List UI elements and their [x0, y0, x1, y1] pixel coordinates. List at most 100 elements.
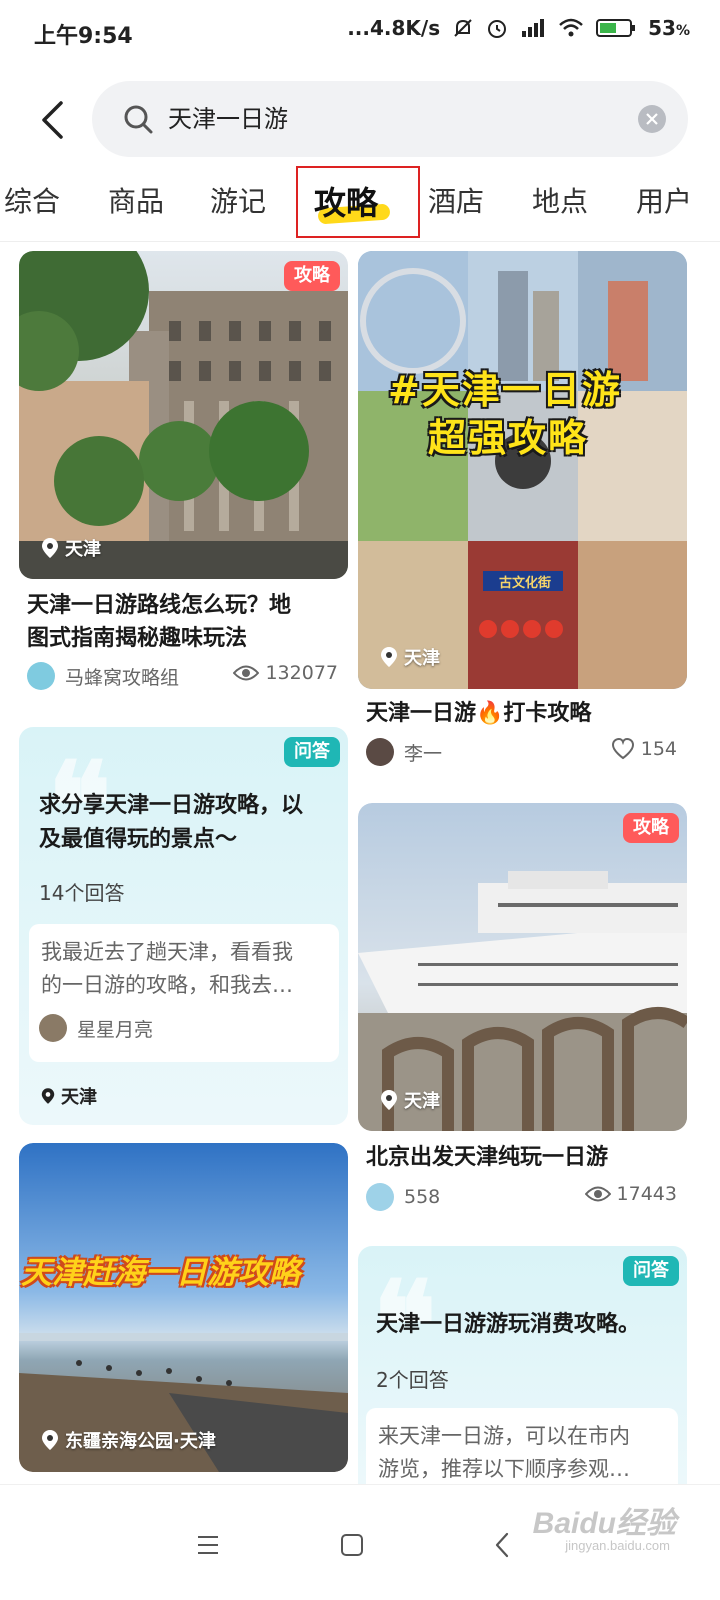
- back-nav-button[interactable]: [482, 1525, 522, 1565]
- tab-users[interactable]: 用户: [636, 180, 692, 220]
- mute-bell-icon: [454, 19, 472, 37]
- answer-author: 星星月亮: [39, 1014, 153, 1042]
- location-tag: 天津: [380, 644, 440, 670]
- view-count: 132077: [233, 662, 338, 684]
- location-label: 天津: [404, 648, 440, 669]
- overlay-subtitle: 超强攻略: [428, 416, 589, 460]
- location-tag: 东疆亲海公园·天津: [41, 1427, 216, 1453]
- location-label: 天津: [404, 1091, 440, 1112]
- wifi-icon: [559, 18, 583, 37]
- beach-photo: [19, 1333, 348, 1472]
- baidu-watermark-url: jingyan.baidu.com: [565, 1538, 670, 1553]
- author-name: 558: [404, 1186, 441, 1208]
- title-line: 及最值得玩的景点～: [39, 827, 238, 852]
- overlay-title: 天津赶海一日游攻略: [21, 1255, 300, 1291]
- tab-hotels[interactable]: 酒店: [428, 180, 484, 220]
- avatar: [366, 1183, 394, 1211]
- location-tag: 天津: [41, 1083, 97, 1109]
- home-button[interactable]: [332, 1525, 372, 1565]
- author-row[interactable]: 马蜂窝攻略组: [27, 662, 179, 690]
- answer-text: 来天津一日游，可以在市内 游览，推荐以下顺序参观…: [378, 1420, 666, 1484]
- location-pin-icon: [381, 1090, 397, 1110]
- guide-card[interactable]: #天津一日游 超强攻略 古文化街 天津 天津一日游🔥打卡攻略 李一 154: [358, 251, 687, 771]
- tab-highlight-annotation: [296, 166, 420, 238]
- menu-button[interactable]: [188, 1525, 228, 1565]
- status-time: 上午9:54: [34, 24, 133, 49]
- like-count[interactable]: 154: [611, 738, 677, 760]
- guide-card[interactable]: 天津赶海一日游攻略 东疆亲海公园·天津: [19, 1143, 348, 1472]
- location-label: 天津: [65, 539, 101, 560]
- badge-guide: 攻略: [623, 813, 679, 843]
- tab-products[interactable]: 商品: [108, 180, 164, 220]
- author-row[interactable]: 李一: [366, 738, 442, 766]
- tab-travelogues[interactable]: 游记: [210, 180, 266, 220]
- building-photo: [19, 251, 348, 579]
- baidu-watermark: Baidu经验: [532, 1507, 676, 1540]
- eye-icon: [584, 1186, 611, 1202]
- avatar: [366, 738, 394, 766]
- tab-comprehensive[interactable]: 综合: [4, 180, 60, 220]
- clear-search-button[interactable]: [638, 105, 666, 133]
- location-pin-icon: [42, 538, 58, 558]
- menu-icon: [198, 1536, 218, 1554]
- status-icons: ...4.8K/s 53%: [347, 16, 690, 40]
- badge-qa: 问答: [623, 1256, 679, 1286]
- location-label: 天津: [61, 1087, 97, 1108]
- answer-preview[interactable]: 我最近去了趟天津，看看我 的一日游的攻略，和我去… 星星月亮: [29, 924, 339, 1062]
- location-pin-icon: [42, 1430, 58, 1450]
- title-line: 图式指南揭秘趣味玩法: [27, 626, 248, 651]
- location-label: 东疆亲海公园·天津: [65, 1431, 216, 1452]
- badge-qa: 问答: [284, 737, 340, 767]
- battery-icon: [596, 19, 636, 37]
- heart-icon: [611, 738, 634, 760]
- card-title[interactable]: 天津一日游路线怎么玩？地 图式指南揭秘趣味玩法: [27, 589, 347, 655]
- qa-card[interactable]: ❝ 问答 求分享天津一日游攻略，以 及最值得玩的景点～ 14个回答 我最近去了趟…: [19, 727, 348, 1125]
- back-button[interactable]: [30, 96, 74, 144]
- question-title[interactable]: 天津一日游游玩消费攻略。: [376, 1308, 681, 1342]
- guide-card[interactable]: 攻略 天津 天津一日游路线怎么玩？地 图式指南揭秘趣味玩法 马蜂窝攻略组 132…: [19, 251, 348, 691]
- author-name: 马蜂窝攻略组: [65, 666, 180, 689]
- answer-text: 我最近去了趟天津，看看我 的一日游的攻略，和我去…: [41, 936, 327, 1002]
- avatar: [27, 662, 55, 690]
- guide-card[interactable]: 攻略 天津 北京出发天津纯玩一日游 558 17443: [358, 803, 687, 1213]
- card-image: [358, 803, 687, 1131]
- title-line: 求分享天津一日游攻略，以: [39, 793, 304, 818]
- author-row[interactable]: 558: [366, 1183, 440, 1211]
- battery-percent: 53%: [648, 16, 690, 40]
- search-query[interactable]: 天津一日游: [168, 103, 288, 135]
- answer-count: 14个回答: [39, 881, 125, 905]
- answer-line: 我最近去了趟天津，看看我: [41, 940, 293, 964]
- qa-card[interactable]: ❝ 问答 天津一日游游玩消费攻略。 2个回答 来天津一日游，可以在市内 游览，推…: [358, 1246, 687, 1484]
- search-input[interactable]: 天津一日游: [92, 81, 688, 157]
- card-title[interactable]: 北京出发天津纯玩一日游: [366, 1141, 686, 1174]
- views-value: 132077: [265, 662, 338, 684]
- author-name: 李一: [404, 742, 443, 765]
- likes-value: 154: [640, 738, 677, 760]
- answer-preview[interactable]: 来天津一日游，可以在市内 游览，推荐以下顺序参观…: [366, 1408, 678, 1484]
- title-line: 天津一日游路线怎么玩？地: [27, 593, 292, 618]
- eye-icon: [233, 665, 260, 681]
- badge-guide: 攻略: [284, 261, 340, 291]
- question-title[interactable]: 求分享天津一日游攻略，以 及最值得玩的景点～: [39, 789, 339, 857]
- alarm-icon: [488, 20, 507, 38]
- location-tag: 天津: [380, 1087, 440, 1113]
- author-name: 星星月亮: [77, 1018, 154, 1041]
- location-pin-icon: [381, 647, 397, 667]
- card-title[interactable]: 天津一日游🔥打卡攻略: [366, 697, 686, 730]
- answer-count: 2个回答: [376, 1368, 449, 1392]
- view-count: 17443: [584, 1183, 677, 1205]
- card-image: [358, 251, 687, 689]
- street-sign: 古文化街: [498, 576, 551, 591]
- search-icon: [124, 105, 153, 134]
- location-tag: 天津: [41, 535, 101, 561]
- chevron-left-icon: [42, 101, 63, 139]
- location-pin-icon: [41, 1088, 55, 1104]
- overlay-title: #天津一日游: [388, 368, 622, 412]
- tabs-divider: [0, 241, 720, 242]
- tab-places[interactable]: 地点: [532, 180, 588, 220]
- signal-icon: [522, 19, 545, 37]
- answer-line: 来天津一日游，可以在市内: [378, 1424, 630, 1448]
- net-speed: ...4.8K/s: [347, 16, 441, 40]
- views-value: 17443: [616, 1183, 677, 1205]
- cruise-ship-photo: [358, 871, 687, 1131]
